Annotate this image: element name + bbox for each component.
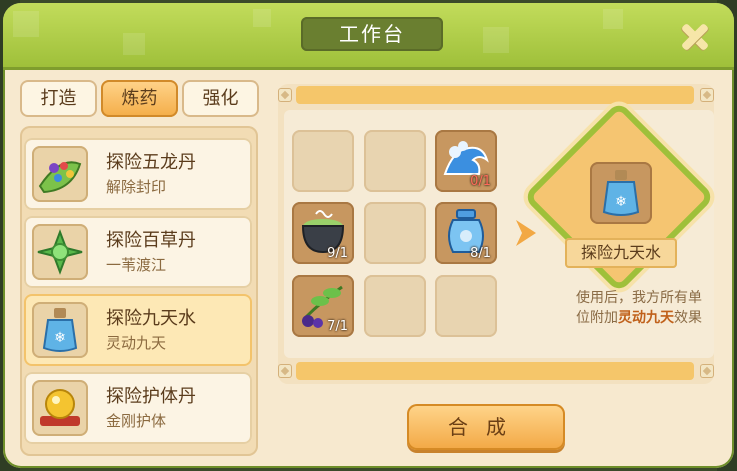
material-count: 0/1 [470,174,491,189]
recipe-name: 探险九天水 [106,308,196,329]
green-herb-gem-icon [32,224,88,280]
bar-end-ornament [278,364,292,378]
header-decor [13,11,39,37]
recipe-name: 探险五龙丹 [106,152,196,173]
crafting-top-bar [278,84,714,106]
green-leaf-orbs-icon [32,146,88,202]
crafting-bottom-bar [278,360,714,382]
tab-alchemy[interactable]: 炼药 [101,80,178,117]
desc-highlight: 灵动九天 [618,310,674,326]
result-item-slot[interactable]: ❄ [590,162,652,224]
recipe-name: 探险百草丹 [106,230,196,251]
result-description: 使用后，我方所有单 位附加灵动九天效果 [530,288,702,328]
recipe-effect: 灵动九天 [106,334,167,352]
header-decor [483,27,509,53]
craft-button[interactable]: 合成 [407,404,565,450]
recipe-list[interactable]: 探险五龙丹 解除封印 探险百草丹 一苇渡江 ❄ 探险九天水 灵动九天 探险护体丹… [20,126,258,456]
material-count: 8/1 [470,246,491,261]
header-decor [123,33,145,55]
tab-enhance[interactable]: 强化 [182,80,259,117]
bar-end-ornament [700,364,714,378]
material-slot-cauldron[interactable]: 9/1 [292,202,354,264]
recipe-name: 探险护体丹 [106,386,196,407]
desc-line-1: 使用后，我方所有单 [576,290,702,306]
material-slot-water[interactable]: 0/1 [435,130,497,192]
result-name: 探险九天水 [565,238,677,268]
material-slot-empty [364,130,426,192]
recipe-item-wulongdan[interactable]: 探险五龙丹 解除封印 [24,138,252,210]
recipe-item-jiutianshui[interactable]: ❄ 探险九天水 灵动九天 [24,294,252,366]
material-slot-empty [435,275,497,337]
material-count: 7/1 [327,319,348,334]
tab-forge[interactable]: 打造 [20,80,97,117]
recipe-effect: 解除封印 [106,178,167,196]
bar-end-ornament [278,88,292,102]
desc-suffix: 效果 [674,310,702,326]
title-plate: 工作台 [301,17,443,51]
material-count: 9/1 [327,246,348,261]
desc-prefix: 位附加 [576,310,618,326]
material-slot-empty [364,202,426,264]
header-decor [253,9,271,27]
golden-orb-scroll-icon [32,380,88,436]
recipe-item-hutidan[interactable]: 探险护体丹 金刚护体 [24,372,252,444]
panel-header: 工作台 [3,3,734,70]
bar-core [296,86,694,104]
recipe-item-baicaodan[interactable]: 探险百草丹 一苇渡江 [24,216,252,288]
material-slot-empty [364,275,426,337]
desc-line-2: 位附加灵动九天效果 [530,308,702,328]
blue-potion-bottle-icon: ❄ [32,302,88,358]
page-title: 工作台 [339,22,405,46]
header-decor [603,9,623,29]
material-slot-berry[interactable]: 7/1 [292,275,354,337]
material-slot-vase[interactable]: 8/1 [435,202,497,264]
recipe-effect: 一苇渡江 [106,256,167,274]
recipe-effect: 金刚护体 [106,412,167,430]
svg-text:❄: ❄ [615,194,627,210]
close-button[interactable] [677,19,713,55]
bar-core [296,362,694,380]
arrow-right-icon [512,212,544,254]
material-slot-empty [292,130,354,192]
bar-end-ornament [700,88,714,102]
svg-text:❄: ❄ [54,330,66,346]
